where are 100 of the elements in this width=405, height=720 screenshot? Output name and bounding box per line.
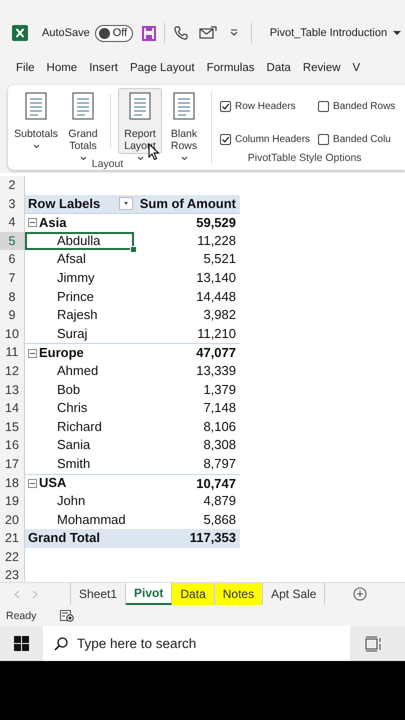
checkbox[interactable] [318,101,330,112]
table-cell[interactable]: Asia [25,213,134,232]
table-cell[interactable]: Richard [25,418,134,436]
macro-record-icon[interactable] [60,610,74,622]
caret-icon [136,156,144,161]
table-cell-text: 5,521 [202,250,237,268]
autosave-toggle[interactable]: Off [94,24,133,42]
task-view-icon[interactable] [365,636,383,652]
ribbon-button[interactable]: Grand Totals [63,88,103,154]
group-label: PivotTable Style Options [246,152,363,164]
table-cell[interactable]: Afsal [25,250,134,269]
menu-tab[interactable]: Page Layout [130,60,195,78]
document-title[interactable]: Pivot_Table Introduction [270,27,388,39]
menu-tab[interactable]: Insert [89,60,118,78]
row-number[interactable]: 15 [0,418,25,436]
row-number[interactable]: 10 [0,324,25,344]
phone-icon[interactable] [172,25,189,41]
caret-icon[interactable] [393,30,402,36]
row-number[interactable]: 4 [0,213,25,232]
sheet-tab[interactable]: Notes [214,583,264,605]
search-icon [54,637,68,651]
document-icon [129,92,151,120]
sheet-tab[interactable]: Data [172,583,215,605]
save-icon[interactable] [142,26,156,40]
windows-start-icon[interactable] [14,636,29,651]
row-number[interactable]: 8 [0,288,25,306]
row-number[interactable]: 12 [0,362,25,381]
ribbon-button[interactable]: Blank Rows [165,88,203,154]
table-cell[interactable]: Smith [25,454,134,474]
column-header-cell[interactable]: Row Labels [25,194,134,214]
checkbox[interactable] [220,101,231,112]
menu-tab[interactable]: Data [266,60,291,78]
table-cell-text: 4,879 [202,492,237,510]
table-cell[interactable]: Jimmy [25,268,134,288]
row-number[interactable]: 5 [0,232,25,250]
filter-dropdown-icon[interactable] [119,197,133,210]
group-label: Layout [92,158,124,170]
menu-tab[interactable]: Formulas [206,60,255,78]
row-number[interactable]: 13 [0,380,25,400]
row-number[interactable]: 23 [0,566,25,582]
table-cell-text: 13,339 [195,362,237,380]
checkbox-label[interactable]: Banded Rows [333,101,396,112]
table-cell-text: 13,140 [195,268,237,287]
caret-icon [180,156,188,161]
checkbox[interactable] [318,134,330,145]
menu-tab[interactable]: Home [46,60,78,78]
search-field[interactable]: Type here to search [43,626,350,661]
customize-dropdown-icon[interactable] [228,29,239,37]
table-cell-text: 3,982 [202,306,237,324]
row-number[interactable]: 11 [0,343,25,362]
checkbox[interactable] [220,134,231,145]
row-number[interactable]: 2 [0,176,25,195]
collapse-icon[interactable] [28,218,37,228]
row-number[interactable]: 14 [0,399,25,418]
column-header-cell[interactable]: Sum of Amount [134,194,240,214]
table-cell[interactable]: Suraj [25,324,134,344]
row-number[interactable]: 7 [0,268,25,288]
table-cell[interactable]: Rajesh [25,306,134,325]
row-number[interactable]: 22 [0,548,25,566]
checkbox-label[interactable]: Row Headers [235,101,296,112]
excel-logo-icon[interactable] [12,25,28,41]
checkbox-label[interactable]: Column Headers [235,134,310,145]
document-icon [173,92,195,120]
collapse-icon[interactable] [28,478,37,488]
row-number[interactable]: 6 [0,250,25,269]
row-number[interactable]: 3 [0,194,25,214]
table-cell[interactable]: Prince [25,288,134,306]
table-cell-text: 7,148 [202,399,237,418]
table-cell[interactable]: Ahmed [25,362,134,381]
row-number[interactable]: 16 [0,436,25,455]
row-number[interactable]: 18 [0,474,25,492]
row-number[interactable]: 19 [0,492,25,511]
table-cell[interactable]: Grand Total [25,529,134,548]
sheet-tab[interactable]: Pivot [126,583,172,605]
status-text: Ready [6,610,36,622]
row-number[interactable]: 20 [0,510,25,530]
table-cell[interactable]: Bob [25,380,134,400]
row-number[interactable]: 9 [0,306,25,325]
row-number[interactable]: 21 [0,529,25,548]
menu-tab[interactable]: File [16,60,35,78]
checkbox-label[interactable]: Banded Colu [333,134,391,145]
table-cell[interactable]: Chris [25,399,134,418]
add-sheet-icon[interactable] [353,587,368,601]
ribbon-button[interactable]: Subtotals [12,88,60,154]
table-cell[interactable]: Sania [25,436,134,455]
table-cell[interactable]: Abdulla [25,232,134,250]
mail-icon[interactable] [198,26,217,40]
menu-tab[interactable]: Review [302,60,341,78]
table-cell[interactable]: John [25,492,134,511]
table-cell[interactable]: USA [25,474,134,492]
row-number[interactable]: 17 [0,454,25,474]
caret-icon [32,144,40,149]
table-cell: 10,747 [134,474,240,492]
menu-tab[interactable]: V [352,60,360,78]
collapse-icon[interactable] [28,348,37,358]
table-cell[interactable]: Europe [25,343,134,362]
table-cell[interactable]: Mohammad [25,510,134,530]
table-cell-text: 8,308 [202,436,237,454]
table-cell: 117,353 [134,529,240,548]
document-icon [72,92,94,120]
